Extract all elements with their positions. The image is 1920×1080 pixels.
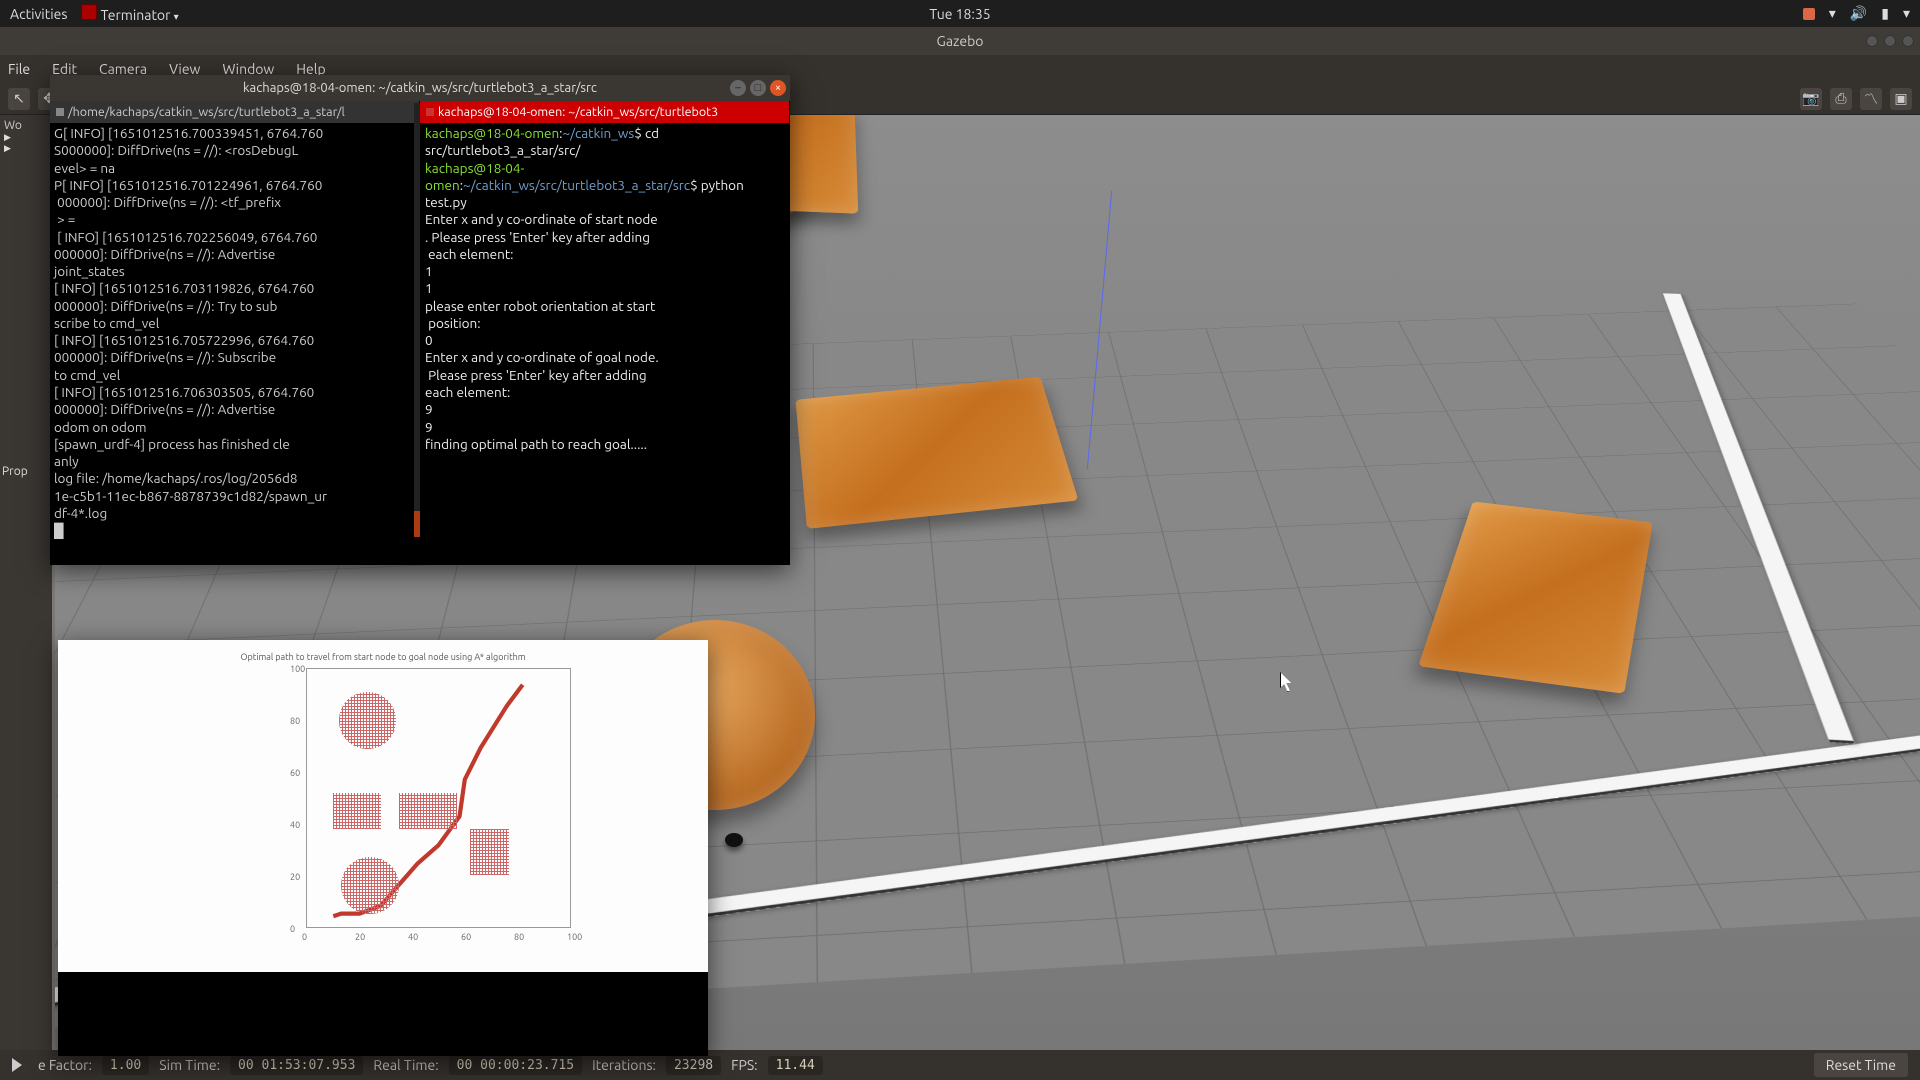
terminator-icon [81, 4, 97, 20]
x-tick: 60 [461, 932, 471, 942]
realtime-label: Real Time: [373, 1057, 438, 1073]
plot-icon[interactable]: 〽 [1860, 88, 1882, 110]
tree-expand-icon[interactable]: ▶ [4, 143, 48, 154]
minimize-button[interactable]: – [730, 80, 746, 96]
close-button[interactable] [1902, 35, 1914, 47]
y-tick: 80 [290, 716, 300, 726]
terminator-title: kachaps@18-04-omen: ~/catkin_ws/src/turt… [243, 81, 597, 95]
obstacle-rect [333, 793, 380, 829]
fps-value: 11.44 [768, 1056, 823, 1075]
menu-file[interactable]: File [8, 61, 30, 77]
play-icon[interactable] [12, 1058, 22, 1072]
y-tick: 0 [290, 924, 295, 934]
record-icon[interactable]: ▣ [1890, 88, 1912, 110]
maximize-button[interactable]: □ [750, 80, 766, 96]
scrollbar-thumb[interactable] [414, 511, 420, 537]
rtf-value: 1.00 [102, 1056, 149, 1075]
plot-title: Optimal path to travel from start node t… [58, 652, 708, 662]
minimize-button[interactable] [1866, 35, 1878, 47]
world-panel-label: Wo [4, 119, 48, 132]
obstacle-circle [339, 692, 397, 749]
terminal-tab-inactive[interactable]: /home/kachaps/catkin_ws/src/turtlebot3_a… [50, 101, 420, 123]
property-panel-label: Prop [2, 465, 28, 478]
window-title: Gazebo [937, 33, 984, 49]
realtime-value: 00 00:00:23.715 [449, 1056, 582, 1075]
terminator-window[interactable]: kachaps@18-04-omen: ~/catkin_ws/src/turt… [50, 75, 790, 565]
tree-expand-icon[interactable]: ▶ [4, 132, 48, 143]
clock[interactable]: Tue 18:35 [929, 6, 990, 22]
iterations-value: 23298 [666, 1056, 721, 1075]
terminal-pane-roslaunch[interactable]: G[ INFO] [1651012516.700339451, 6764.760… [50, 123, 421, 565]
select-tool-icon[interactable]: ↖ [8, 88, 30, 110]
gazebo-titlebar: Gazebo [0, 27, 1920, 55]
turtlebot-robot [725, 833, 743, 847]
x-tick: 20 [355, 932, 365, 942]
terminal-pane-python[interactable]: kachaps@18-04-omen:~/catkin_ws$ cd src/t… [421, 123, 790, 565]
maximize-button[interactable] [1884, 35, 1896, 47]
simtime-value: 00 01:53:07.953 [230, 1056, 363, 1075]
x-tick: 40 [408, 932, 418, 942]
obstacle-rect [399, 793, 457, 829]
log-icon[interactable]: ⎙ [1830, 88, 1852, 110]
x-tick: 0 [302, 932, 307, 942]
simtime-label: Sim Time: [159, 1057, 220, 1073]
y-tick: 60 [290, 768, 300, 778]
reset-time-button[interactable]: Reset Time [1814, 1053, 1908, 1077]
tab-icon [56, 108, 64, 116]
power-icon[interactable]: ▾ [1903, 5, 1910, 22]
y-tick: 100 [290, 664, 305, 674]
terminal-scrollbar[interactable] [414, 103, 420, 537]
app-menu[interactable]: Terminator ▾ [81, 4, 178, 23]
close-button[interactable]: × [770, 80, 786, 96]
terminator-titlebar[interactable]: kachaps@18-04-omen: ~/catkin_ws/src/turt… [50, 75, 790, 101]
fps-label: FPS: [731, 1057, 758, 1073]
rtf-label: e Factor: [38, 1057, 92, 1073]
arena-wall [1663, 293, 1855, 743]
tab-icon [426, 108, 434, 116]
obstacle-circle [341, 857, 399, 914]
screenshot-icon[interactable]: 📷 [1800, 88, 1822, 110]
y-tick: 40 [290, 820, 300, 830]
iterations-label: Iterations: [592, 1057, 656, 1073]
obstacle-rect [470, 829, 509, 875]
x-tick: 100 [567, 932, 582, 942]
battery-icon[interactable]: ▮ [1881, 5, 1889, 22]
plot-axes [306, 668, 571, 928]
world-panel[interactable]: Wo ▶ ▶ Prop [0, 115, 52, 1050]
gnome-topbar: Activities Terminator ▾ Tue 18:35 ▾ 🔊 ▮ … [0, 0, 1920, 27]
plot-canvas: Optimal path to travel from start node t… [58, 640, 708, 972]
activities-button[interactable]: Activities [10, 6, 67, 22]
y-tick: 20 [290, 872, 300, 882]
matplotlib-window[interactable]: Optimal path to travel from start node t… [58, 640, 708, 1056]
terminal-tab-active[interactable]: kachaps@18-04-omen: ~/catkin_ws/src/turt… [420, 101, 790, 123]
terminator-tabs: /home/kachaps/catkin_ws/src/turtlebot3_a… [50, 101, 790, 123]
volume-icon[interactable]: 🔊 [1850, 5, 1867, 22]
network-icon[interactable]: ▾ [1829, 5, 1836, 22]
x-tick: 80 [514, 932, 524, 942]
screencast-icon[interactable] [1803, 8, 1815, 20]
